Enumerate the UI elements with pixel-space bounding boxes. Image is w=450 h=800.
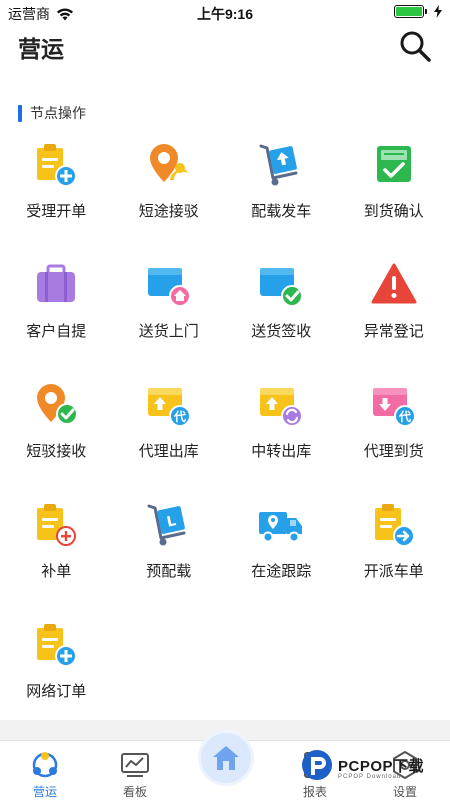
grid-item-accept-order[interactable]: 受理开单	[0, 140, 113, 260]
box-in-icon: 代	[372, 388, 416, 427]
hand-truck-upload-icon	[259, 144, 298, 186]
grid-item-label: 配载发车	[251, 203, 312, 220]
battery-icon	[394, 5, 427, 18]
hand-truck-l-icon: L	[147, 504, 186, 546]
tab-dashboard[interactable]: 看板	[100, 741, 170, 800]
grid-item-dispatch-order[interactable]: 开派车单	[338, 500, 450, 620]
charging-icon	[434, 5, 442, 18]
grid-item-label: 异常登记	[363, 323, 424, 340]
grid-item-load-depart[interactable]: 配载发车	[225, 140, 338, 260]
clipboard-add-icon	[37, 624, 78, 667]
monitor-chart-icon	[121, 753, 149, 777]
nav-bar: 营运	[0, 26, 450, 66]
section-accent-bar	[18, 104, 22, 122]
grid-row: 短驳接收 代 代理出库 中转出库 代 代理到货	[0, 380, 450, 500]
status-time: 上午9:16	[196, 6, 254, 22]
section-title: 节点操作	[30, 105, 86, 121]
watermark-text: PCPOP下载	[338, 757, 425, 775]
suitcase-icon	[37, 264, 76, 302]
grid-item-label: 代理出库	[138, 443, 199, 460]
grid-item-label: 送货签收	[251, 323, 312, 340]
grid-item-transit-outbound[interactable]: 中转出库	[225, 380, 338, 500]
grid-item-label: 客户自提	[26, 323, 87, 340]
box-check-icon	[260, 268, 304, 307]
watermark-subtext: PCPOP Download	[338, 774, 402, 780]
grid-item-label: 中转出库	[251, 443, 312, 460]
grid-row: 受理开单 短途接驳 配载发车 到货确认	[0, 140, 450, 260]
grid-item-label: 在途跟踪	[251, 563, 312, 580]
watermark: PCPOP下载 PCPOP Download	[300, 748, 424, 782]
grid-item-delivery-sign[interactable]: 送货签收	[225, 260, 338, 380]
grid-row: 补单 L 预配载 在途跟踪 开派车单	[0, 500, 450, 620]
grid-item-label: 开派车单	[363, 563, 424, 580]
grid-item-arrival-confirm[interactable]: 到货确认	[338, 140, 450, 260]
grid-item-label: 网络订单	[26, 683, 87, 700]
grid-row: 客户自提 送货上门 送货签收 异常登记	[0, 260, 450, 380]
grid-item-label: 预配载	[146, 563, 192, 580]
operations-icon	[32, 752, 58, 778]
tab-label: 营运	[32, 785, 57, 799]
truck-location-icon	[259, 512, 303, 543]
grid-item-self-pickup[interactable]: 客户自提	[0, 260, 113, 380]
section-header: 节点操作	[18, 103, 86, 123]
grid-item-label: 到货确认	[363, 203, 424, 220]
grid-item-home-delivery[interactable]: 送货上门	[113, 260, 226, 380]
grid-item-label: 补单	[41, 563, 72, 580]
grid-item-shuttle-receive[interactable]: 短驳接收	[0, 380, 113, 500]
grid-item-exception-register[interactable]: 异常登记	[338, 260, 450, 380]
grid-item-agent-arrival[interactable]: 代 代理到货	[338, 380, 450, 500]
tab-label: 报表	[302, 785, 327, 799]
grid-item-label: 代理到货	[363, 443, 424, 460]
grid-item-label: 短途接驳	[138, 203, 199, 220]
grid-item-short-transfer[interactable]: 短途接驳	[113, 140, 226, 260]
page-title: 营运	[18, 36, 64, 62]
box-home-icon	[147, 268, 191, 307]
inbox-check-icon	[376, 146, 411, 182]
location-pin-check-icon	[37, 384, 79, 425]
pcpop-logo-icon	[302, 750, 332, 780]
clipboard-plus-icon	[37, 504, 77, 546]
home-icon	[213, 746, 239, 770]
box-transfer-icon	[260, 388, 304, 427]
operations-grid: 受理开单 短途接驳 配载发车 到货确认 客户自提 送货上门 送货签收 异常登记 …	[0, 140, 450, 740]
status-right	[394, 5, 442, 18]
grid-item-pre-load[interactable]: L 预配载	[113, 500, 226, 620]
tab-operations[interactable]: 营运	[10, 741, 80, 800]
grid-item-agent-outbound[interactable]: 代 代理出库	[113, 380, 226, 500]
grid-item-in-transit-tracking[interactable]: 在途跟踪	[225, 500, 338, 620]
box-out-icon: 代	[147, 388, 191, 427]
grid-item-label: 受理开单	[26, 203, 87, 220]
grid-item-label: 送货上门	[138, 323, 199, 340]
svg-text:代: 代	[173, 409, 186, 424]
clipboard-arrow-icon	[374, 504, 415, 547]
tab-label: 设置	[392, 785, 417, 799]
svg-text:代: 代	[398, 409, 411, 424]
tab-label: 看板	[122, 785, 147, 799]
location-pin-person-icon	[149, 144, 188, 182]
warning-icon	[371, 263, 417, 304]
grid-item-label: 短驳接收	[26, 443, 87, 460]
home-button[interactable]	[198, 730, 254, 786]
search-icon[interactable]	[398, 29, 432, 63]
clipboard-add-icon	[37, 144, 78, 187]
grid-item-supplement-order[interactable]: 补单	[0, 500, 113, 620]
status-bar: 运营商 上午9:16	[0, 0, 450, 26]
